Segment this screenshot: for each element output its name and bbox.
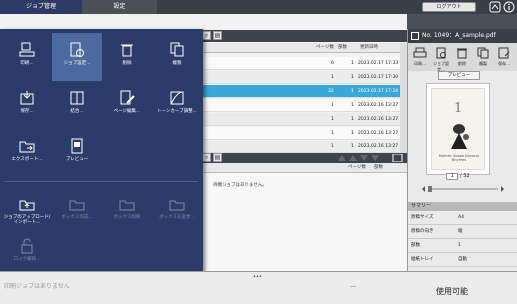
- preview-button[interactable]: プレビュー: [438, 71, 480, 80]
- column-pages[interactable]: ページ数: [316, 44, 334, 50]
- table-row[interactable]: 1 1 2023.02.16 13:27: [200, 141, 407, 153]
- search-icon[interactable]: ⌕: [202, 31, 211, 40]
- menu-item-change-box: ボックスを変更...: [152, 187, 202, 235]
- trash-icon: [121, 44, 133, 57]
- search-icon[interactable]: ⌕: [202, 153, 211, 162]
- job-table-scrollbar[interactable]: [400, 43, 407, 153]
- filter-icon[interactable]: ▤: [213, 31, 222, 40]
- illustration-icon: [451, 124, 469, 149]
- page-thumbnail[interactable]: 1 Mother Goose Nursery Rhymes: [426, 83, 490, 175]
- menu-item-save[interactable]: 保存...: [2, 81, 52, 129]
- save-icon: [20, 91, 34, 105]
- menu-item-duplicate[interactable]: 複製: [152, 33, 202, 81]
- merge-icon: [70, 91, 84, 105]
- create-box-icon: [69, 200, 85, 211]
- delete-box-icon: [119, 200, 135, 211]
- table-row[interactable]: 1 1 2023.02.16 13:27: [200, 127, 407, 140]
- page-slider[interactable]: [422, 186, 504, 192]
- menu-item-upload-import[interactable]: ジョブのアップロード/インポート...: [2, 187, 52, 235]
- page-navigator: 1 / 32: [426, 172, 490, 181]
- summary-row: 原稿サイズ A4: [408, 211, 517, 225]
- job-settings-icon: [70, 42, 84, 57]
- export-icon: [19, 141, 35, 153]
- copy-icon: [170, 42, 184, 57]
- page-edit-icon: [120, 90, 135, 105]
- connection-icon[interactable]: [489, 1, 501, 13]
- summary-row: 原稿の向き 縦: [408, 225, 517, 239]
- summary-header: サマリー: [408, 202, 517, 211]
- preview-icon: [71, 138, 83, 154]
- queue-order-arrows-icon[interactable]: [338, 154, 404, 162]
- copy-icon[interactable]: [476, 47, 490, 59]
- page-number-input[interactable]: 1: [446, 173, 459, 180]
- menu-item-delete-box: ボックス削除: [102, 187, 152, 235]
- table-row[interactable]: 1 1 2023.02.16 13:27: [200, 113, 407, 126]
- print-icon[interactable]: [413, 47, 427, 59]
- column-copies[interactable]: 部数: [338, 44, 347, 50]
- menu-item-delete[interactable]: 削除: [102, 33, 152, 81]
- menu-item-print[interactable]: 印刷...: [2, 33, 52, 81]
- unlock-icon: [21, 238, 33, 254]
- status-dash: —: [350, 283, 356, 290]
- summary-row: 給紙トレイ 自動: [408, 253, 517, 267]
- job-detail-panel: No. 1049：A_sample.pdf 印刷... ジョブ設定... 削除 …: [407, 29, 517, 271]
- change-box-icon: [169, 200, 185, 211]
- summary-row: 部数 1: [408, 239, 517, 253]
- menu-item-page-edit[interactable]: ページ編集...: [102, 81, 152, 129]
- tone-curve-icon: [170, 91, 184, 105]
- status-ghost-text: 印刷ジョブはありません: [4, 283, 70, 290]
- print-icon: [19, 42, 35, 57]
- filter-icon[interactable]: ▤: [213, 153, 222, 162]
- table-row-selected[interactable]: 32 1 2023.02.17 17:28: [200, 85, 407, 98]
- job-detail-title: No. 1049：A_sample.pdf: [408, 29, 517, 43]
- printer-status: 使用可能: [436, 287, 468, 296]
- detail-toolbar: 印刷... ジョブ設定... 削除 複製 保存...: [408, 43, 517, 72]
- menu-item-job-settings[interactable]: ジョブ設定...: [52, 33, 102, 81]
- tab-settings[interactable]: 設定: [82, 0, 157, 14]
- delete-icon[interactable]: [455, 47, 469, 59]
- queue-toolbar: ⌕ ▤: [200, 153, 407, 163]
- table-row[interactable]: 1 1 2023.02.17 17:30: [200, 71, 407, 84]
- info-icon[interactable]: [503, 1, 515, 13]
- resize-grip[interactable]: •••: [253, 274, 262, 280]
- menu-item-merge[interactable]: 結合...: [52, 81, 102, 129]
- job-management-menu: 印刷... ジョブ設定... 削除 複製 保存... 結合... ページ編集..…: [0, 29, 203, 271]
- job-settings-icon[interactable]: [434, 47, 448, 59]
- upload-box-icon: [19, 200, 35, 211]
- queue-table-header: ページ数 部数: [200, 163, 407, 173]
- save-icon[interactable]: [497, 47, 511, 59]
- job-table-toolbar: ⌕ ▤: [200, 30, 407, 42]
- empty-queue-message: 待機ジョブはありません。: [213, 183, 267, 188]
- menu-divider: [4, 181, 198, 182]
- queue-list: 待機ジョブはありません。: [200, 173, 407, 271]
- table-row[interactable]: 1 1 2023.02.16 13:27: [200, 99, 407, 112]
- table-row[interactable]: 6 1 2023.02.17 17:33: [200, 57, 407, 70]
- menu-item-unlock: ロック解除...: [2, 229, 52, 277]
- menu-item-preview[interactable]: プレビュー: [52, 129, 102, 177]
- column-updated[interactable]: 更新日時: [360, 44, 378, 50]
- column-pages[interactable]: ページ数: [348, 164, 366, 170]
- logout-button[interactable]: ログアウト: [422, 2, 476, 12]
- tab-job-management[interactable]: ジョブ管理: [0, 0, 82, 14]
- menu-item-create-box: ボックス作成...: [52, 187, 102, 235]
- job-table-header: ページ数 部数 更新日時: [200, 43, 407, 53]
- collapse-icon[interactable]: [411, 32, 419, 40]
- menu-item-tone-curve[interactable]: トーンカーブ調整...: [152, 81, 202, 129]
- menu-item-export[interactable]: エクスポート...: [2, 129, 52, 177]
- top-bar: ジョブ管理 設定 ログアウト: [0, 0, 517, 14]
- column-copies[interactable]: 部数: [374, 164, 383, 170]
